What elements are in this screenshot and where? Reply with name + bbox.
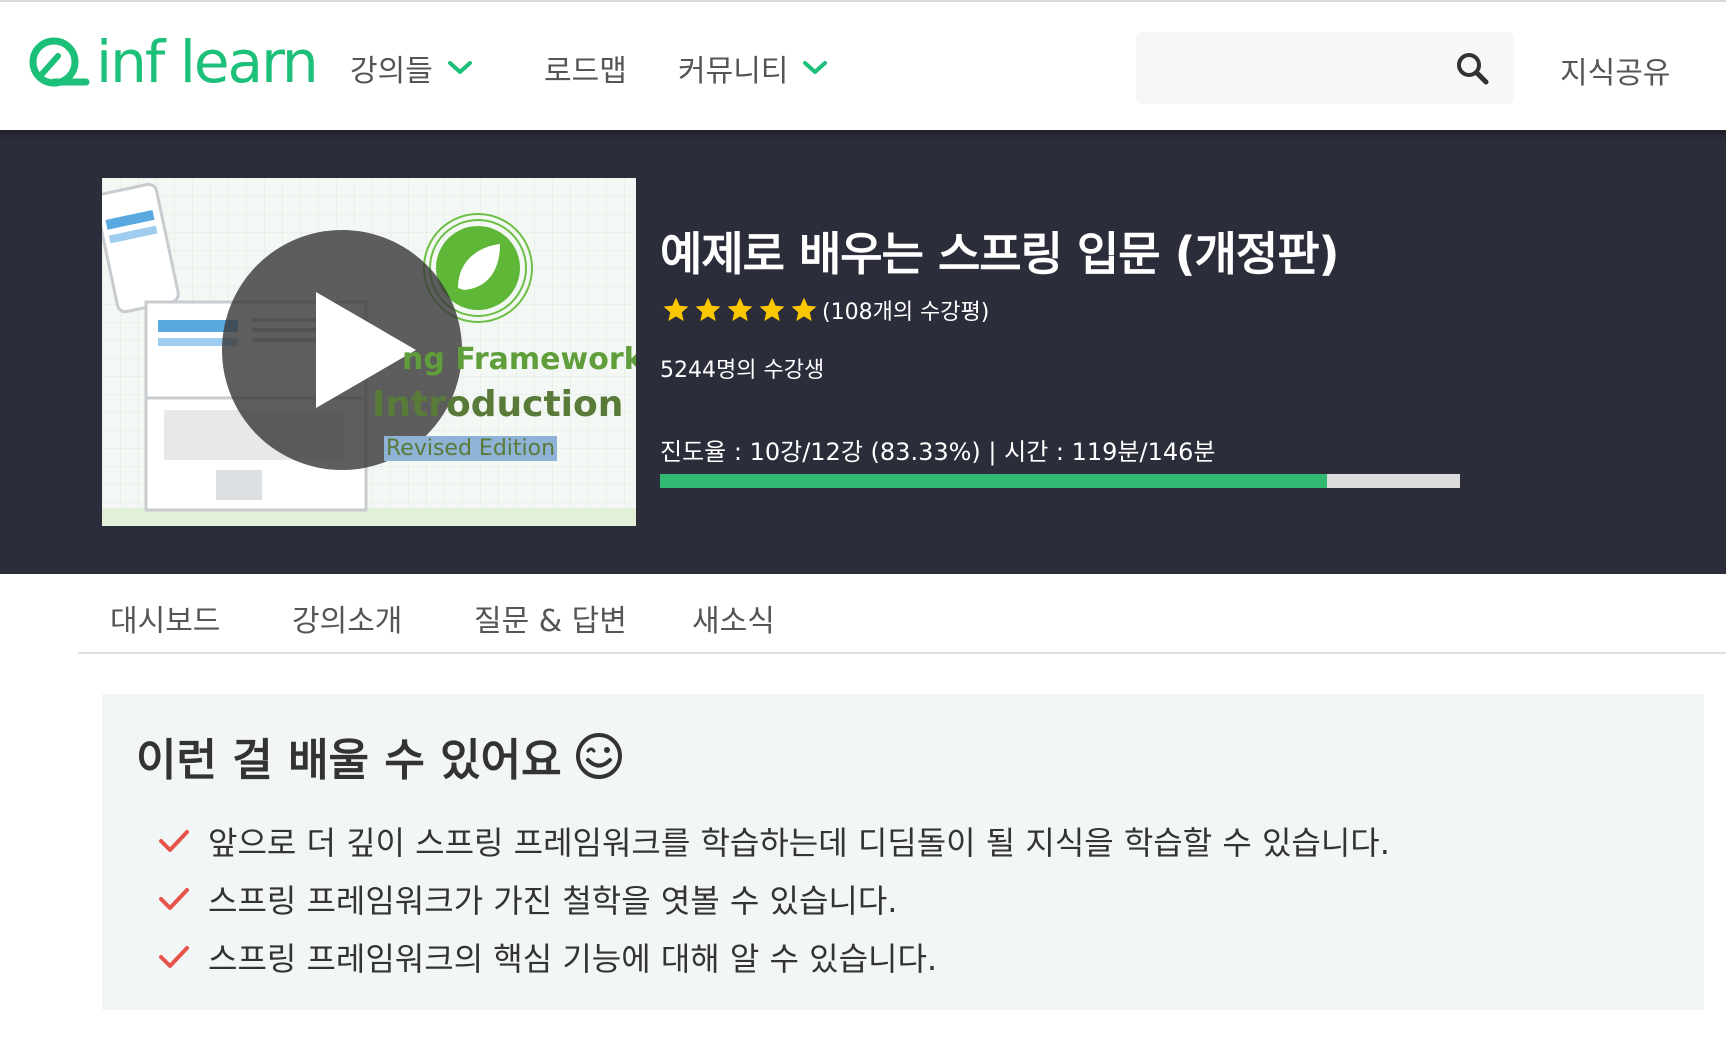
- tab-dashboard[interactable]: 대시보드: [110, 596, 220, 640]
- wink-smile-icon: [574, 731, 624, 781]
- check-icon: [158, 886, 192, 912]
- logo-text: inf learn: [96, 28, 319, 96]
- nav-community-label: 커뮤니티: [678, 54, 789, 89]
- hero-top-shadow: [0, 130, 1726, 140]
- nav-community[interactable]: 커뮤니티: [678, 40, 828, 96]
- progress-text: 진도율 : 10강/12강 (83.33%) | 시간 : 119분/146분: [660, 438, 1216, 466]
- rating-stars: [660, 295, 820, 325]
- chevron-down-icon: [802, 60, 828, 76]
- learning-point-text: 스프링 프레임워크가 가진 철학을 엿볼 수 있습니다.: [208, 882, 898, 920]
- thumbnail-line3: Revised Edition: [384, 436, 558, 461]
- tab-course-intro[interactable]: 강의소개: [292, 596, 402, 640]
- star-icon: [663, 297, 689, 322]
- nav-courses-label: 강의들: [350, 54, 433, 89]
- check-icon: [158, 828, 192, 854]
- course-tabs: 대시보드 강의소개 질문 & 답변 새소식: [78, 574, 1726, 654]
- student-count: 5244명의 수강생: [660, 358, 825, 383]
- search-box: [1136, 32, 1514, 106]
- course-hero: ng Framework Introduction Revised Editio…: [0, 130, 1726, 574]
- learning-point-text: 앞으로 더 깊이 스프링 프레임워크를 학습하는데 디딤돌이 될 지식을 학습할…: [208, 824, 1390, 862]
- course-title: 예제로 배우는 스프링 입문 (개정판): [660, 227, 1340, 281]
- list-item: 스프링 프레임워크의 핵심 기능에 대해 알 수 있습니다.: [158, 928, 1390, 986]
- thumbnail-line1: ng Framework: [402, 342, 636, 377]
- tab-news[interactable]: 새소식: [692, 596, 775, 640]
- learning-points-list: 앞으로 더 깊이 스프링 프레임워크를 학습하는데 디딤돌이 될 지식을 학습할…: [158, 812, 1390, 986]
- star-icon: [759, 297, 785, 322]
- nav-courses[interactable]: 강의들: [350, 40, 473, 96]
- learning-points-title-text: 이런 걸 배울 수 있어요: [136, 735, 562, 786]
- thumbnail-line2: Introduction: [372, 384, 624, 425]
- search-icon[interactable]: [1454, 50, 1490, 90]
- progress-fill: [660, 474, 1327, 488]
- review-count: (108개의 수강평): [822, 300, 990, 325]
- learning-points-title: 이런 걸 배울 수 있어요: [136, 724, 624, 788]
- star-icon: [727, 297, 753, 322]
- chevron-down-icon: [447, 60, 473, 76]
- logo-leaf-icon: [29, 37, 90, 87]
- star-icon: [695, 297, 721, 322]
- header: inf learn 강의들 로드맵 커뮤니티 지식공유: [0, 2, 1726, 130]
- course-thumbnail[interactable]: ng Framework Introduction Revised Editio…: [102, 178, 636, 526]
- check-icon: [158, 944, 192, 970]
- nav-roadmap-label: 로드맵: [544, 54, 627, 89]
- list-item: 앞으로 더 깊이 스프링 프레임워크를 학습하는데 디딤돌이 될 지식을 학습할…: [158, 812, 1390, 870]
- inflearn-logo[interactable]: inf learn: [28, 28, 319, 96]
- nav-roadmap[interactable]: 로드맵: [544, 40, 627, 96]
- progress-bar: [660, 474, 1460, 488]
- course-rating[interactable]: (108개의 수강평): [660, 294, 989, 326]
- learning-points: 이런 걸 배울 수 있어요 앞으로 더 깊이 스프링 프레임워크를 학습하는데 …: [102, 694, 1704, 1010]
- tab-qna[interactable]: 질문 & 답변: [474, 596, 627, 640]
- star-icon: [791, 297, 817, 322]
- list-item: 스프링 프레임워크가 가진 철학을 엿볼 수 있습니다.: [158, 870, 1390, 928]
- learning-point-text: 스프링 프레임워크의 핵심 기능에 대해 알 수 있습니다.: [208, 940, 938, 978]
- search-input[interactable]: [1136, 32, 1458, 106]
- knowledge-share-link[interactable]: 지식공유: [1560, 48, 1670, 92]
